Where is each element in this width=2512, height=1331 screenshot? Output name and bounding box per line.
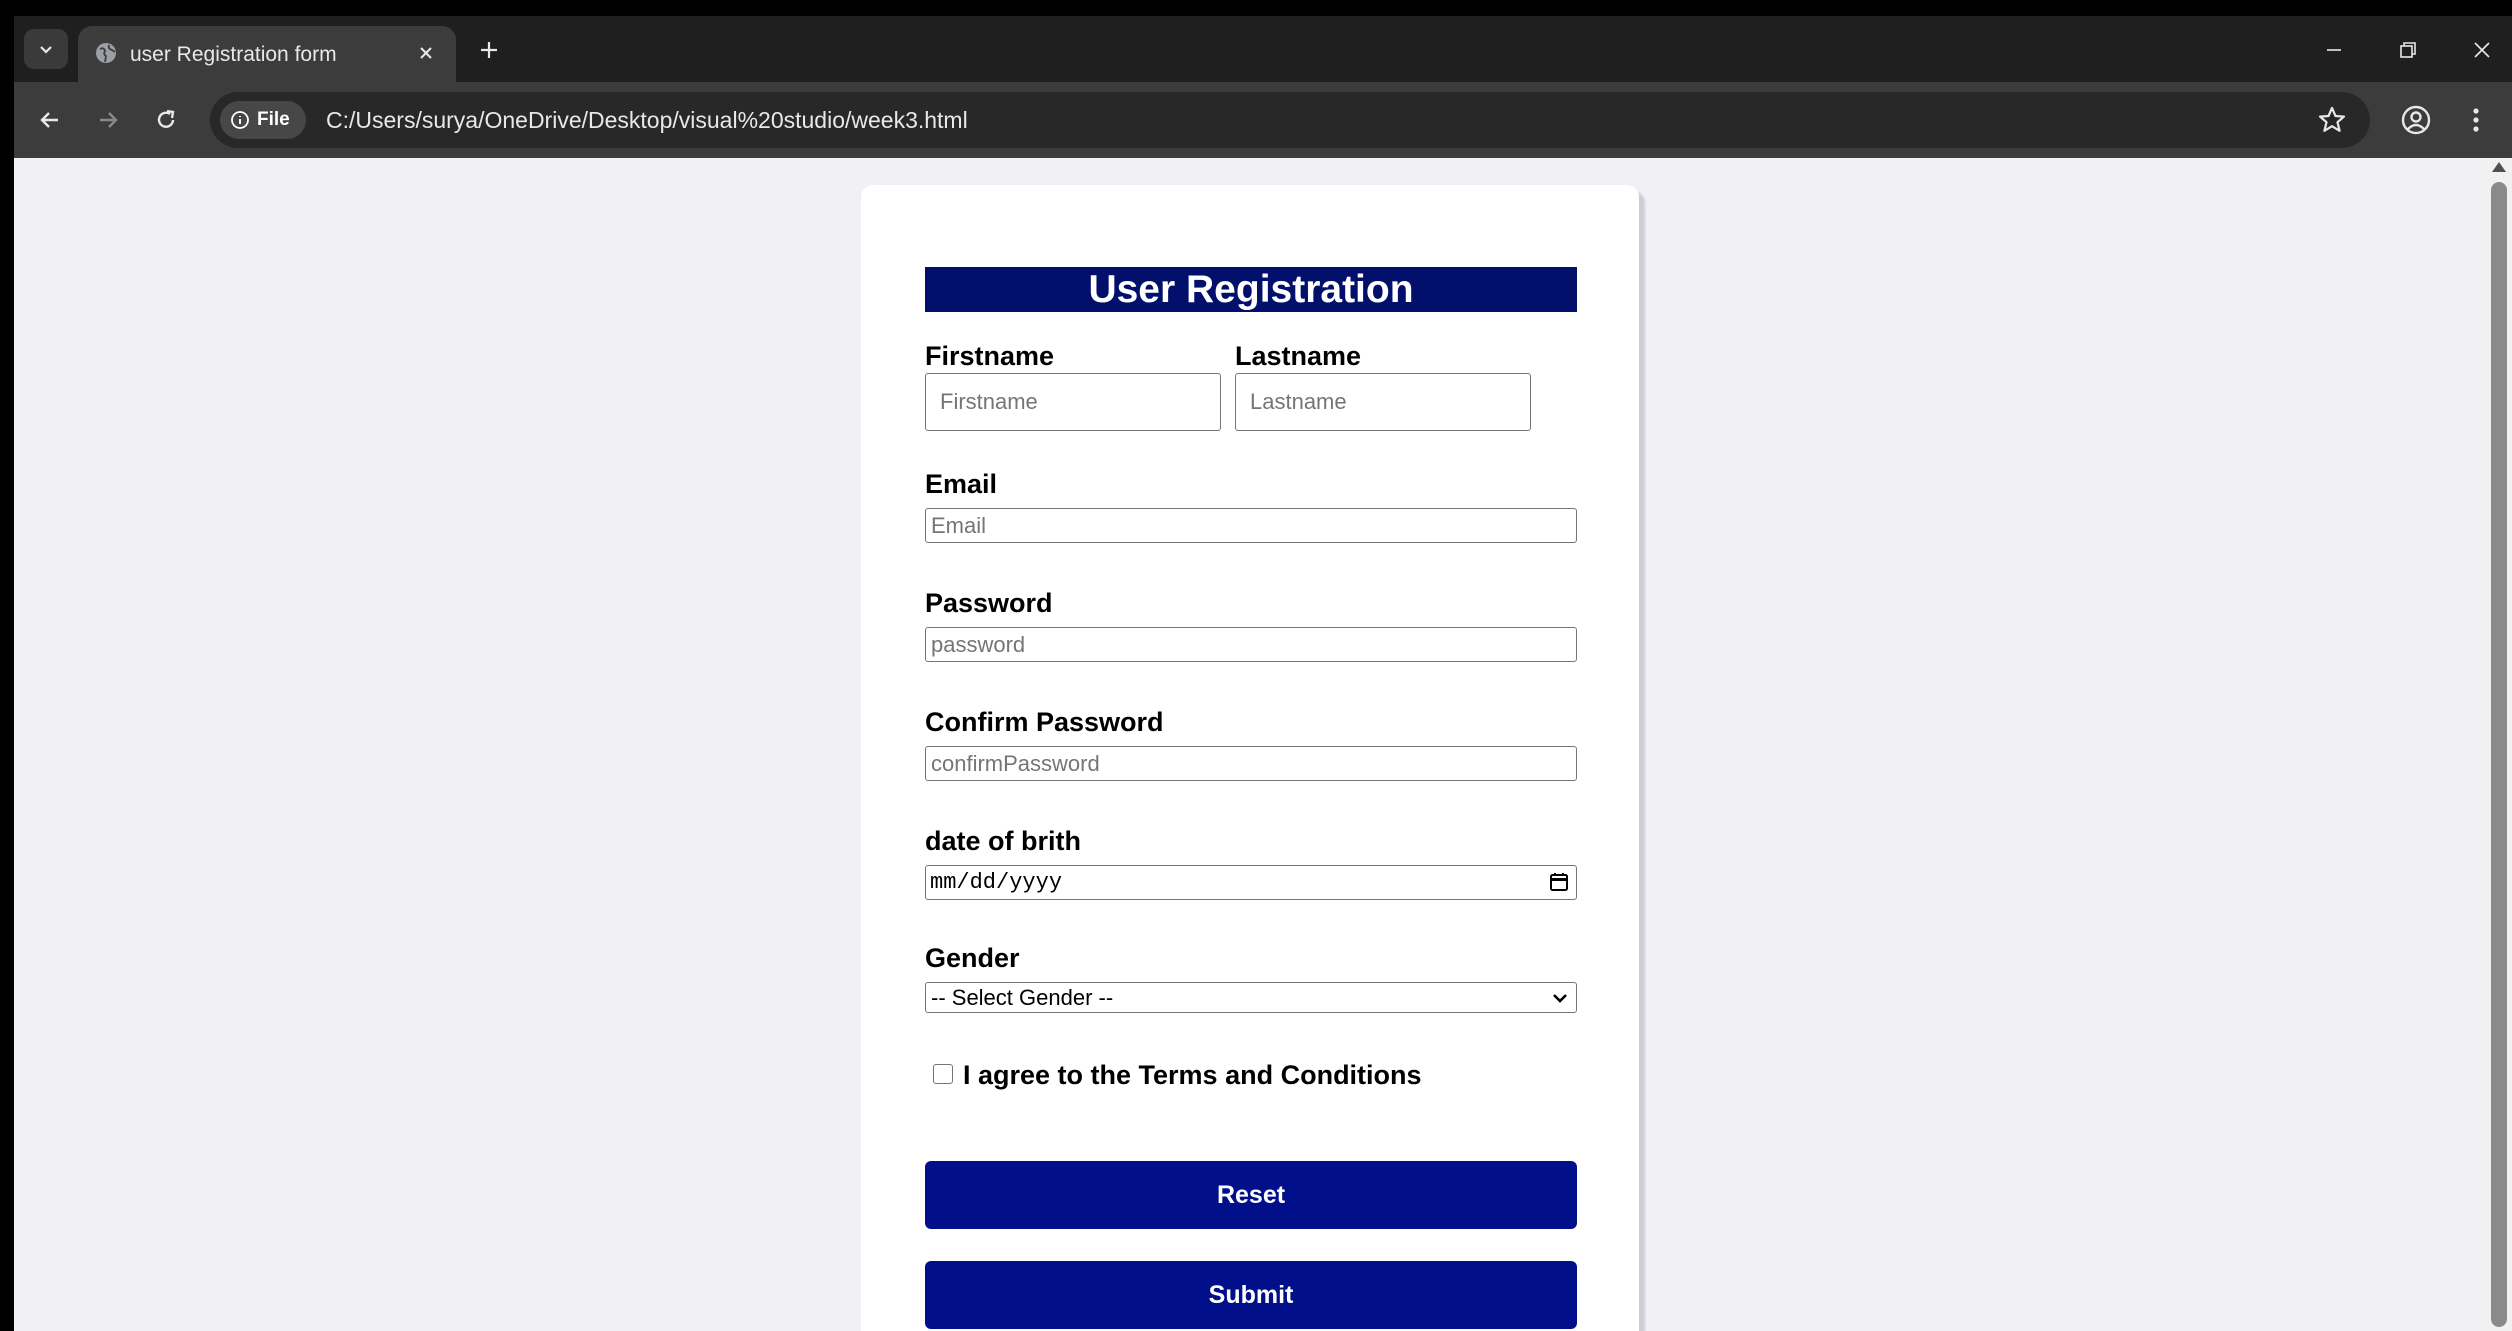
- registration-card: User Registration Firstname Lastname Ema…: [861, 185, 1639, 1331]
- submit-button[interactable]: Submit: [925, 1261, 1577, 1329]
- address-bar[interactable]: File C:/Users/surya/OneDrive/Desktop/vis…: [210, 92, 2370, 148]
- site-chip-label: File: [257, 109, 290, 130]
- lastname-input[interactable]: [1235, 373, 1531, 431]
- info-icon: [231, 111, 249, 129]
- new-tab-button[interactable]: [472, 33, 506, 67]
- scroll-thumb[interactable]: [2491, 182, 2507, 1327]
- gender-selected-value: -- Select Gender --: [931, 985, 1114, 1010]
- confirm-password-label: Confirm Password: [925, 707, 1164, 737]
- kebab-menu-icon[interactable]: [2458, 102, 2494, 138]
- firstname-label: Firstname: [925, 341, 1055, 371]
- arrow-right-icon: [100, 112, 118, 128]
- tab-strip: user Registration form: [14, 16, 2512, 82]
- plus-icon: [481, 42, 497, 58]
- scroll-up-arrow[interactable]: [2492, 162, 2506, 172]
- dob-label: date of brith: [925, 826, 1081, 856]
- password-label: Password: [925, 588, 1053, 618]
- form-title: User Registration: [925, 267, 1577, 312]
- page-viewport: User Registration Firstname Lastname Ema…: [14, 158, 2486, 1331]
- tab-close-button[interactable]: [412, 39, 440, 67]
- lastname-label: Lastname: [1235, 341, 1362, 371]
- terms-checkbox[interactable]: [933, 1064, 953, 1084]
- chevron-down-icon: [1553, 994, 1567, 1003]
- dob-placeholder: mm/dd/yyyy: [930, 870, 1063, 895]
- confirm-password-input[interactable]: [925, 746, 1577, 781]
- gender-label: Gender: [925, 943, 1020, 973]
- site-info-chip[interactable]: File: [220, 101, 306, 139]
- password-input[interactable]: [925, 627, 1577, 662]
- calendar-icon[interactable]: [1548, 871, 1570, 893]
- close-window-button[interactable]: [2460, 30, 2504, 70]
- browser-toolbar: File C:/Users/surya/OneDrive/Desktop/vis…: [14, 82, 2512, 158]
- arrow-left-icon: [40, 112, 58, 128]
- star-icon[interactable]: [2316, 104, 2348, 136]
- minimize-icon: [2327, 49, 2341, 51]
- email-input[interactable]: [925, 508, 1577, 543]
- dob-input[interactable]: mm/dd/yyyy: [925, 865, 1577, 900]
- firstname-input[interactable]: [925, 373, 1221, 431]
- restore-icon: [2400, 42, 2416, 58]
- profile-icon[interactable]: [2398, 102, 2434, 138]
- forward-button[interactable]: [88, 100, 128, 140]
- vertical-scrollbar[interactable]: [2486, 158, 2512, 1331]
- gender-select[interactable]: -- Select Gender --: [925, 982, 1577, 1013]
- reset-button[interactable]: Reset: [925, 1161, 1577, 1229]
- chevron-down-icon: [40, 46, 52, 54]
- reload-icon: [157, 109, 175, 128]
- tab-title: user Registration form: [130, 43, 337, 66]
- back-button[interactable]: [30, 100, 70, 140]
- reload-button[interactable]: [146, 100, 186, 140]
- close-icon: [2474, 42, 2490, 58]
- browser-window: user Registration form File C:/Users/sur…: [14, 16, 2512, 1331]
- minimize-button[interactable]: [2312, 30, 2356, 70]
- browser-tab[interactable]: user Registration form: [78, 26, 456, 82]
- terms-label: I agree to the Terms and Conditions: [963, 1060, 1422, 1090]
- url-text[interactable]: C:/Users/surya/OneDrive/Desktop/visual%2…: [326, 107, 968, 134]
- email-label: Email: [925, 469, 998, 499]
- restore-button[interactable]: [2386, 30, 2430, 70]
- tab-search-button[interactable]: [24, 29, 68, 69]
- globe-icon: [96, 43, 116, 63]
- close-icon: [420, 47, 432, 59]
